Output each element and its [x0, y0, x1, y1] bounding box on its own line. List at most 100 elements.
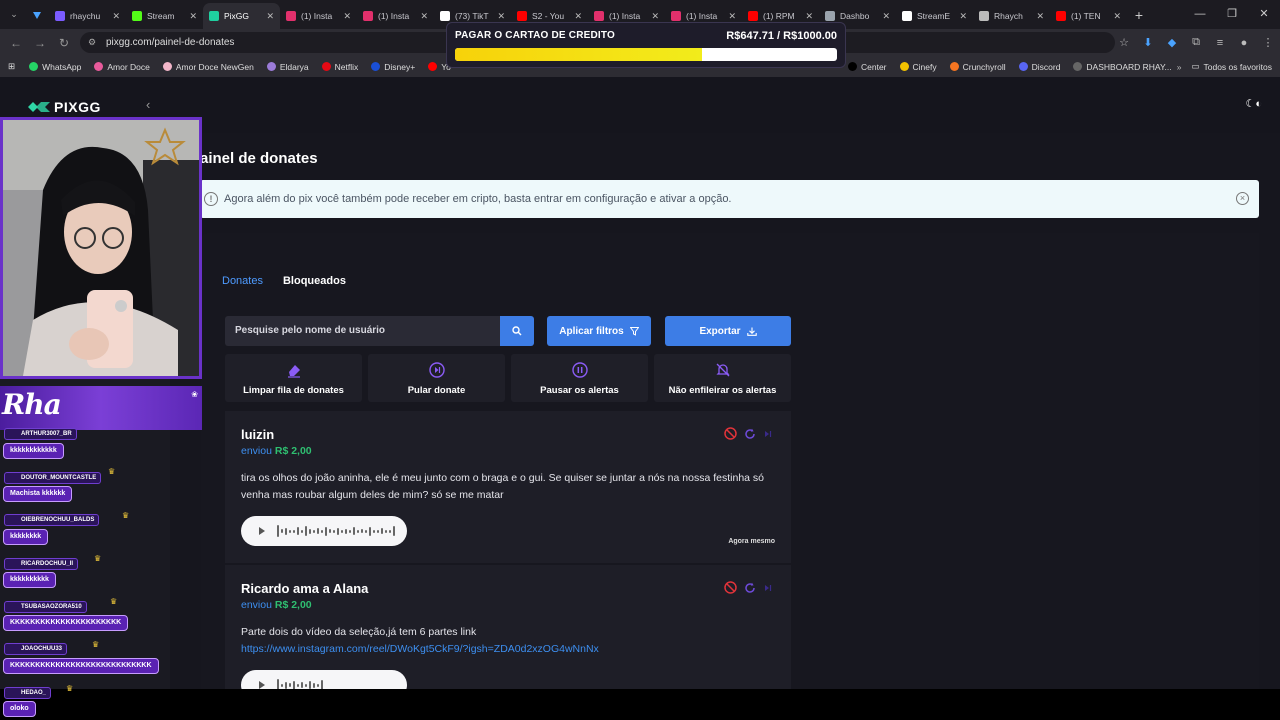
bookmark-item[interactable]: Cinefy: [899, 62, 937, 72]
skip-small-icon[interactable]: [763, 429, 773, 439]
close-tab-icon[interactable]: ✕: [497, 11, 505, 22]
info-banner: ! Agora além do pix você também pode rec…: [200, 180, 1259, 218]
tab-title: (1) TEN: [1071, 11, 1101, 21]
close-tab-icon[interactable]: ✕: [1113, 11, 1121, 22]
bookmark-item[interactable]: Eldarya: [266, 62, 309, 72]
skip-small-icon[interactable]: [763, 583, 773, 593]
close-tab-icon[interactable]: ✕: [728, 11, 736, 22]
apps-icon[interactable]: ⊞: [8, 61, 15, 72]
block-icon[interactable]: [724, 427, 737, 440]
bookmark-item[interactable]: Discord: [1018, 61, 1061, 72]
forward-icon[interactable]: →: [28, 36, 52, 50]
close-banner-icon[interactable]: ×: [1236, 192, 1249, 205]
apply-filters-button[interactable]: Aplicar filtros: [547, 316, 651, 346]
all-bookmarks[interactable]: » ▭ Todos os favoritos: [1177, 56, 1272, 77]
close-tab-icon[interactable]: ✕: [805, 11, 813, 22]
bookmark-item[interactable]: Amor Doce NewGen: [162, 61, 254, 72]
close-tab-icon[interactable]: ✕: [266, 11, 274, 22]
browser-tab[interactable]: (1) Insta ✕: [280, 3, 357, 29]
bookmark-item[interactable]: Center: [848, 62, 887, 72]
extensions-icon[interactable]: ⧉: [1184, 36, 1208, 49]
browser-tab[interactable]: rhaychu ✕: [49, 3, 126, 29]
export-button[interactable]: Exportar: [665, 316, 791, 346]
tab-bloqueados[interactable]: Bloqueados: [283, 275, 346, 287]
search-input[interactable]: Pesquise pelo nome de usuário: [225, 316, 500, 346]
donates-tabs: Donates Bloqueados: [222, 275, 366, 287]
browser-tab[interactable]: (1) TEN ✕: [1050, 3, 1127, 29]
clear-queue-button[interactable]: Limpar fila de donates: [225, 354, 362, 402]
browser-tab[interactable]: (1) Insta ✕: [357, 3, 434, 29]
close-tab-icon[interactable]: ✕: [574, 11, 582, 22]
maximize-icon[interactable]: ❐: [1216, 0, 1248, 29]
play-icon[interactable]: [259, 527, 265, 535]
collapse-sidebar-icon[interactable]: ‹: [146, 97, 150, 112]
bookmark-label: Crunchyroll: [962, 61, 1006, 72]
more-bookmarks-icon[interactable]: »: [1177, 62, 1182, 72]
bookmark-label: Amor Doce NewGen: [175, 61, 254, 72]
donation-actions: [724, 581, 773, 594]
bookmark-item[interactable]: WhatsApp: [29, 62, 81, 72]
bookmark-item[interactable]: DASHBOARD RHAY...: [1073, 62, 1172, 72]
profile-avatar[interactable]: ●: [1232, 37, 1256, 49]
browser-tab[interactable]: Rhaych ✕: [973, 3, 1050, 29]
audio-player[interactable]: [241, 670, 407, 689]
close-tab-icon[interactable]: ✕: [1036, 11, 1044, 22]
browser-tab[interactable]: PixGG ✕: [203, 3, 280, 29]
tab-favicon-icon: [671, 11, 681, 21]
chat-username: DOUTOR_MOUNTCASTLE: [4, 472, 102, 484]
tab-favicon-icon: [517, 11, 527, 21]
bookmark-favicon-icon: [29, 62, 39, 71]
close-tab-icon[interactable]: ✕: [343, 11, 351, 22]
pixgg-logo[interactable]: PIXGG: [28, 99, 101, 115]
webcam-overlay: [0, 117, 202, 379]
donation-link[interactable]: https://www.instagram.com/reel/DWoKgt5Ck…: [241, 641, 771, 658]
media-control-icon[interactable]: ≡: [1208, 37, 1232, 49]
new-tab-button[interactable]: +: [1127, 7, 1151, 23]
close-tab-icon[interactable]: ✕: [882, 11, 890, 22]
theme-toggle-icon[interactable]: ☾◐: [1245, 97, 1262, 110]
site-info-icon[interactable]: ⚙: [88, 37, 100, 49]
bookmark-item[interactable]: Amor Doce: [94, 62, 150, 72]
close-window-icon[interactable]: ✕: [1248, 0, 1280, 29]
extension-icon[interactable]: ◆: [1160, 36, 1184, 49]
pause-alerts-button[interactable]: Pausar os alertas: [511, 354, 648, 402]
replay-icon[interactable]: [744, 582, 756, 594]
bookmark-label: Discord: [1031, 61, 1061, 72]
close-tab-icon[interactable]: ✕: [651, 11, 659, 22]
donation-message: tira os olhos do joão aninha, ele é meu …: [241, 472, 765, 501]
bookmark-item[interactable]: Disney+: [371, 62, 415, 72]
audio-player[interactable]: [241, 516, 407, 546]
logo-text: PIXGG: [54, 99, 101, 115]
chat-message: oloko: [3, 701, 36, 717]
chat-username: TSUBASAOZORA510: [4, 601, 87, 613]
block-icon[interactable]: [724, 581, 737, 594]
bookmark-item[interactable]: Netflix: [321, 62, 358, 72]
tab-title: (1) Insta: [686, 11, 718, 21]
banner-logo: Rha: [2, 388, 62, 421]
donation-amount: R$ 2,00: [274, 599, 312, 611]
menu-icon[interactable]: ⋮: [1256, 36, 1280, 49]
search-button[interactable]: [500, 316, 534, 346]
reload-icon[interactable]: ↻: [52, 36, 76, 50]
back-icon[interactable]: ←: [4, 36, 28, 50]
close-tab-icon[interactable]: ✕: [112, 11, 120, 22]
tab-title: StreamE: [917, 11, 951, 21]
close-tab-icon[interactable]: ✕: [959, 11, 967, 22]
tab-search-button[interactable]: ⌄: [3, 4, 25, 26]
browser-tab[interactable]: Stream ✕: [126, 3, 203, 29]
bookmark-item[interactable]: Crunchyroll: [949, 61, 1006, 72]
bookmark-star-icon[interactable]: ☆: [1112, 36, 1136, 49]
tab-donates[interactable]: Donates: [222, 275, 263, 287]
minimize-icon[interactable]: —: [1184, 0, 1216, 29]
skip-donate-button[interactable]: Pular donate: [368, 354, 505, 402]
close-tab-icon[interactable]: ✕: [420, 11, 428, 22]
goal-progress-bar: [455, 48, 837, 61]
play-icon[interactable]: [259, 681, 265, 689]
replay-icon[interactable]: [744, 428, 756, 440]
no-queue-alerts-button[interactable]: Não enfileirar os alertas: [654, 354, 791, 402]
download-icon[interactable]: ⬇: [1136, 36, 1160, 49]
close-tab-icon[interactable]: ✕: [189, 11, 197, 22]
pinned-tab[interactable]: [25, 4, 49, 26]
bookmarks-right: Center Cinefy Crunchyroll Discord DASHBOARD …: [848, 56, 1185, 77]
browser-tab[interactable]: StreamE ✕: [896, 3, 973, 29]
